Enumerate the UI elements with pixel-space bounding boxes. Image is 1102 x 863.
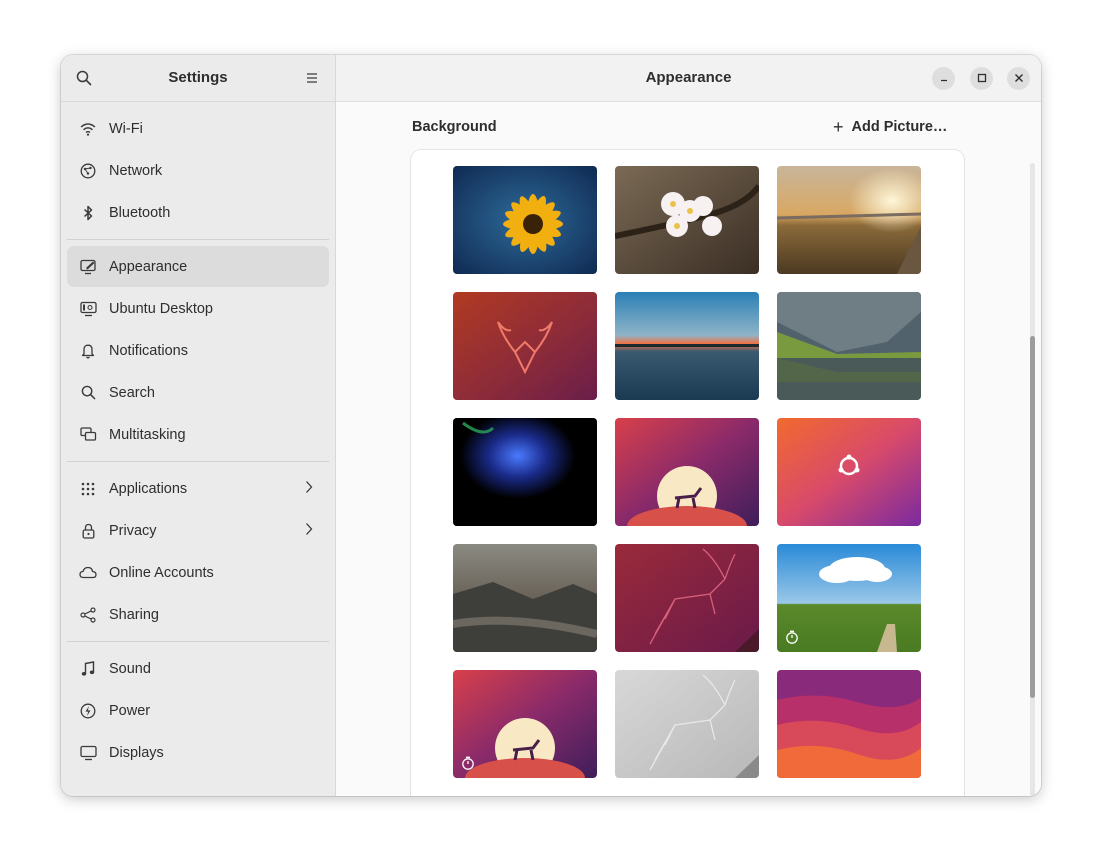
network-icon [79, 162, 97, 180]
maximize-button[interactable] [970, 67, 993, 90]
sidebar: Settings Wi-Fi Network Bluetooth Appeara… [61, 55, 336, 796]
wallpaper-cherry-blossom[interactable] [615, 166, 759, 274]
music-note-icon [79, 660, 97, 678]
sidebar-item-ubuntu-desktop[interactable]: Ubuntu Desktop [67, 288, 329, 329]
maximize-icon [977, 70, 987, 88]
minimize-button[interactable] [932, 67, 955, 90]
sidebar-item-label: Displays [109, 744, 164, 761]
share-icon [79, 606, 97, 624]
power-icon [79, 702, 97, 720]
wallpaper-ubuntu-logo-gradient[interactable] [777, 418, 921, 526]
sidebar-item-label: Applications [109, 480, 188, 497]
sidebar-item-search[interactable]: Search [67, 372, 329, 413]
sidebar-list: Wi-Fi Network Bluetooth Appearance Ubunt… [61, 102, 335, 773]
sidebar-header: Settings [61, 55, 335, 102]
sidebar-divider [67, 461, 329, 462]
sidebar-item-online-accounts[interactable]: Online Accounts [67, 552, 329, 593]
sidebar-item-label: Sharing [109, 606, 159, 623]
add-picture-button[interactable]: + Add Picture… [833, 117, 948, 137]
wifi-icon [79, 120, 97, 138]
wallpaper-leaping-antelope-light[interactable] [615, 670, 759, 778]
sidebar-item-sharing[interactable]: Sharing [67, 594, 329, 635]
add-picture-label: Add Picture… [851, 119, 948, 135]
chevron-right-icon [305, 480, 313, 499]
sidebar-item-sound[interactable]: Sound [67, 648, 329, 689]
wallpaper-mountain-lake-reflection[interactable] [777, 292, 921, 400]
hamburger-menu-icon[interactable] [302, 68, 322, 88]
ubuntu-desktop-icon [79, 300, 97, 318]
wallpaper-gallery [411, 150, 964, 796]
wallpaper-misty-mountains[interactable] [453, 544, 597, 652]
sidebar-item-power[interactable]: Power [67, 690, 329, 731]
sidebar-divider [67, 239, 329, 240]
sidebar-item-label: Multitasking [109, 426, 186, 443]
apps-grid-icon [79, 480, 97, 498]
sidebar-item-label: Appearance [109, 258, 188, 275]
minimize-icon [939, 70, 949, 88]
wallpaper-lake-sunset[interactable] [615, 292, 759, 400]
sidebar-item-wifi[interactable]: Wi-Fi [67, 108, 329, 149]
wallpaper-kudu-head-red[interactable] [453, 292, 597, 400]
scrollbar[interactable] [1030, 163, 1035, 796]
wallpaper-yellow-flower[interactable] [453, 166, 597, 274]
settings-window: Settings Wi-Fi Network Bluetooth Appeara… [61, 55, 1041, 796]
close-button[interactable] [1007, 67, 1030, 90]
background-section-title: Background [412, 119, 497, 135]
sidebar-item-bluetooth[interactable]: Bluetooth [67, 192, 329, 233]
multitasking-icon [79, 426, 97, 444]
lock-icon [79, 522, 97, 540]
plus-icon: + [833, 117, 844, 137]
wallpaper-leaping-antelope-red[interactable] [615, 544, 759, 652]
content-pane: Appearance Background + Add Picture… [336, 55, 1041, 796]
sidebar-item-label: Online Accounts [109, 564, 214, 581]
sidebar-item-label: Bluetooth [109, 204, 171, 221]
wallpaper-sunset-boardwalk[interactable] [777, 166, 921, 274]
scrollbar-thumb[interactable] [1030, 336, 1035, 698]
chevron-right-icon [305, 522, 313, 541]
timer-icon [785, 630, 799, 644]
sidebar-item-displays[interactable]: Displays [67, 732, 329, 773]
bell-icon [79, 342, 97, 360]
sidebar-item-privacy[interactable]: Privacy [67, 510, 329, 551]
sidebar-item-label: Network [109, 162, 163, 179]
sidebar-divider [67, 641, 329, 642]
appearance-icon [79, 258, 97, 276]
monitor-icon [79, 744, 97, 762]
sidebar-item-network[interactable]: Network [67, 150, 329, 191]
sidebar-item-applications[interactable]: Applications [67, 468, 329, 509]
sidebar-item-multitasking[interactable]: Multitasking [67, 414, 329, 455]
bluetooth-icon [79, 204, 97, 222]
wallpaper-moon-antelope[interactable] [615, 418, 759, 526]
wallpaper-green-hills-sky[interactable] [777, 544, 921, 652]
sidebar-item-notifications[interactable]: Notifications [67, 330, 329, 371]
sidebar-item-label: Privacy [109, 522, 157, 539]
sidebar-item-label: Notifications [109, 342, 188, 359]
close-icon [1014, 70, 1024, 88]
sidebar-item-appearance[interactable]: Appearance [67, 246, 329, 287]
wallpaper-wavy-gradient[interactable] [777, 670, 921, 778]
timer-icon [461, 756, 475, 770]
sidebar-title: Settings [168, 69, 228, 86]
sidebar-item-label: Power [109, 702, 151, 719]
sidebar-item-label: Search [109, 384, 155, 401]
sidebar-item-label: Wi-Fi [109, 120, 143, 137]
content-header: Appearance [336, 55, 1041, 102]
wallpaper-moon-antelope-timed[interactable] [453, 670, 597, 778]
search-icon [79, 384, 97, 402]
cloud-icon [79, 564, 97, 582]
wallpaper-blue-smoke[interactable] [453, 418, 597, 526]
sidebar-item-label: Ubuntu Desktop [109, 300, 213, 317]
sidebar-item-label: Sound [109, 660, 151, 677]
